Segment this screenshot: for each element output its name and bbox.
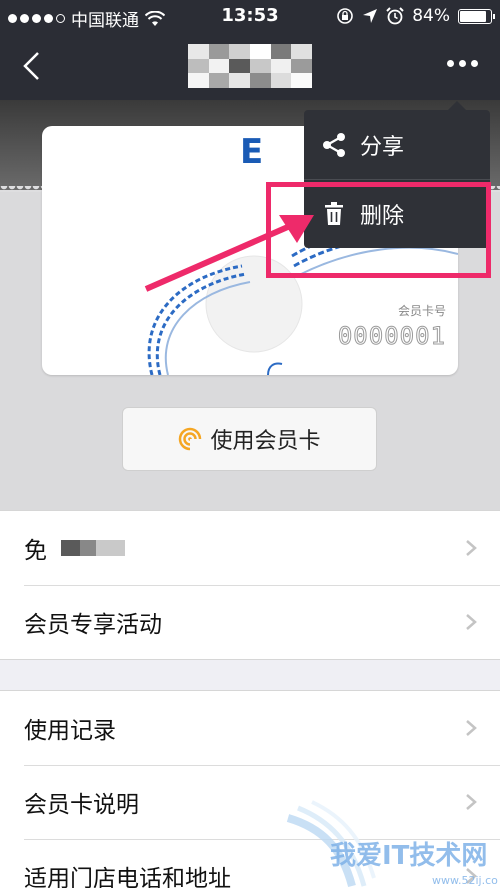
- list-item-free[interactable]: 免: [0, 511, 500, 585]
- chevron-right-icon: [466, 614, 477, 630]
- nav-title-redacted: [188, 44, 312, 88]
- alarm-icon: [386, 7, 404, 25]
- list-group-1: 免 会员专享活动: [0, 510, 500, 660]
- site-watermark-logo: 我爱IT技术网 www.52ij.com: [286, 800, 498, 888]
- delete-highlight-box: [266, 182, 491, 278]
- card-number-label: 会员卡号: [397, 304, 446, 318]
- card-logo: E: [240, 132, 264, 172]
- more-dots-icon[interactable]: [447, 60, 478, 67]
- rotation-lock-icon: [337, 8, 354, 24]
- status-right: 84%: [336, 6, 495, 26]
- share-icon: [323, 132, 345, 157]
- menu-item-share[interactable]: 分享: [304, 110, 490, 179]
- list-item-usage-records[interactable]: 使用记录: [0, 691, 500, 765]
- battery-percent: 84%: [412, 6, 450, 26]
- list-item-label: 会员卡说明: [24, 792, 139, 818]
- signal-circle-icon: [179, 427, 203, 451]
- use-card-label: 使用会员卡: [210, 429, 321, 454]
- svg-text:www.52ij.com: www.52ij.com: [432, 874, 498, 887]
- svg-text:我爱IT技术网: 我爱IT技术网: [330, 841, 487, 871]
- back-button[interactable]: [18, 50, 48, 82]
- chevron-right-icon: [466, 540, 477, 556]
- location-arrow-icon: [363, 9, 378, 23]
- menu-item-label: 分享: [360, 134, 405, 160]
- list-item-label: 使用记录: [24, 718, 116, 744]
- status-bar: 中国联通 13:53 84%: [0, 0, 500, 32]
- chevron-right-icon: [466, 720, 477, 736]
- battery-icon: [458, 8, 495, 24]
- list-item-label: 适用门店电话和地址: [24, 866, 231, 888]
- list-item-label: 会员专享活动: [24, 612, 162, 638]
- redacted-text: [61, 540, 125, 556]
- nav-bar: [0, 32, 500, 100]
- list-item-member-activity[interactable]: 会员专享活动: [0, 585, 500, 659]
- list-item-label: 免: [24, 538, 47, 564]
- card-number: 0000001: [337, 322, 446, 351]
- use-card-button[interactable]: 使用会员卡: [122, 407, 377, 471]
